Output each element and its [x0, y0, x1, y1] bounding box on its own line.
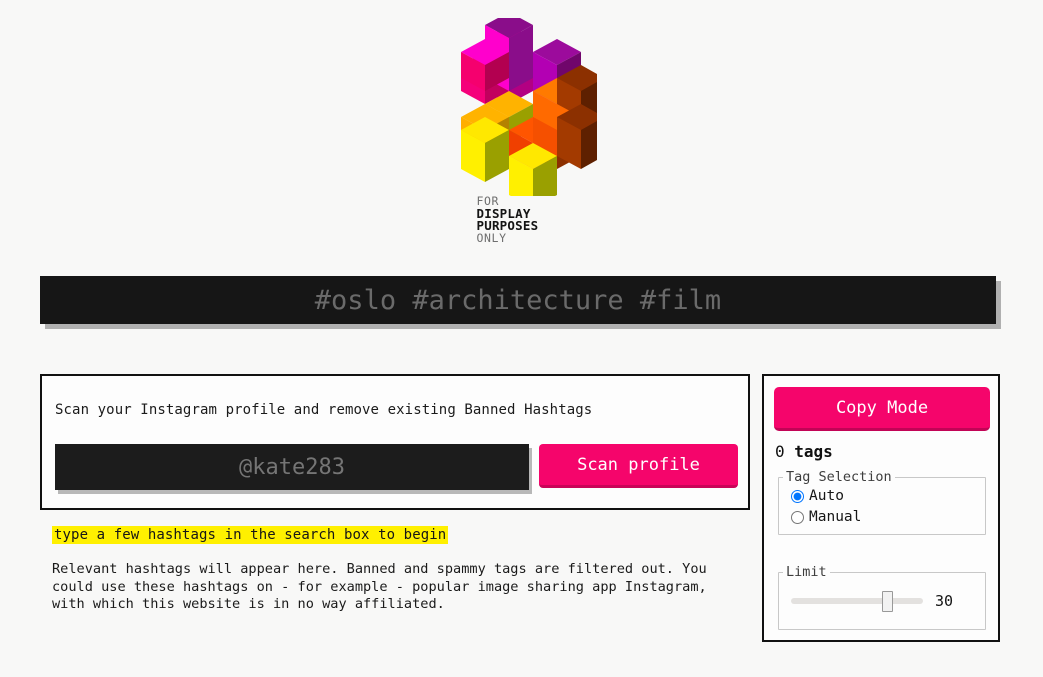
- tag-selection-legend: Tag Selection: [786, 469, 892, 485]
- scan-profile-card: Scan your Instagram profile and remove e…: [40, 374, 750, 510]
- results-info-text: Relevant hashtags will appear here. Bann…: [52, 561, 707, 612]
- tag-count-number: 0: [775, 442, 785, 461]
- scan-profile-description: Scan your Instagram profile and remove e…: [55, 402, 593, 418]
- radio-auto[interactable]: [791, 489, 804, 503]
- limit-legend: Limit: [786, 564, 827, 580]
- tag-count: 0 tags: [775, 442, 833, 461]
- scan-profile-button[interactable]: Scan profile: [539, 444, 738, 488]
- limit-control-row: 30: [791, 592, 985, 610]
- limit-fieldset: Limit 30: [778, 564, 986, 630]
- radio-manual-label[interactable]: Manual: [809, 509, 861, 525]
- tag-options-panel: Copy Mode 0 tags Tag Selection Auto Manu…: [762, 374, 1000, 642]
- hashtag-search-input[interactable]: [40, 276, 996, 324]
- isometric-hashtag-logo-icon: [460, 18, 597, 196]
- logo-wordmark: FOR DISPLAY PURPOSES ONLY: [447, 195, 597, 246]
- tag-selection-option-manual[interactable]: Manual: [791, 507, 985, 527]
- radio-manual[interactable]: [791, 510, 804, 524]
- limit-value: 30: [935, 592, 954, 610]
- search-hint-banner: type a few hashtags in the search box to…: [52, 526, 449, 544]
- logo-area: FOR DISPLAY PURPOSES ONLY: [0, 0, 1043, 245]
- tag-selection-option-auto[interactable]: Auto: [791, 486, 985, 506]
- hashtag-search-bar-container: [40, 276, 996, 324]
- tag-count-label: tags: [794, 442, 833, 461]
- limit-slider[interactable]: [791, 598, 923, 604]
- copy-mode-button[interactable]: Copy Mode: [774, 387, 990, 431]
- wordmark-line-only: ONLY: [476, 231, 507, 246]
- radio-auto-label[interactable]: Auto: [809, 488, 844, 504]
- tag-selection-fieldset: Tag Selection Auto Manual: [778, 469, 986, 535]
- instagram-profile-input[interactable]: [55, 444, 529, 490]
